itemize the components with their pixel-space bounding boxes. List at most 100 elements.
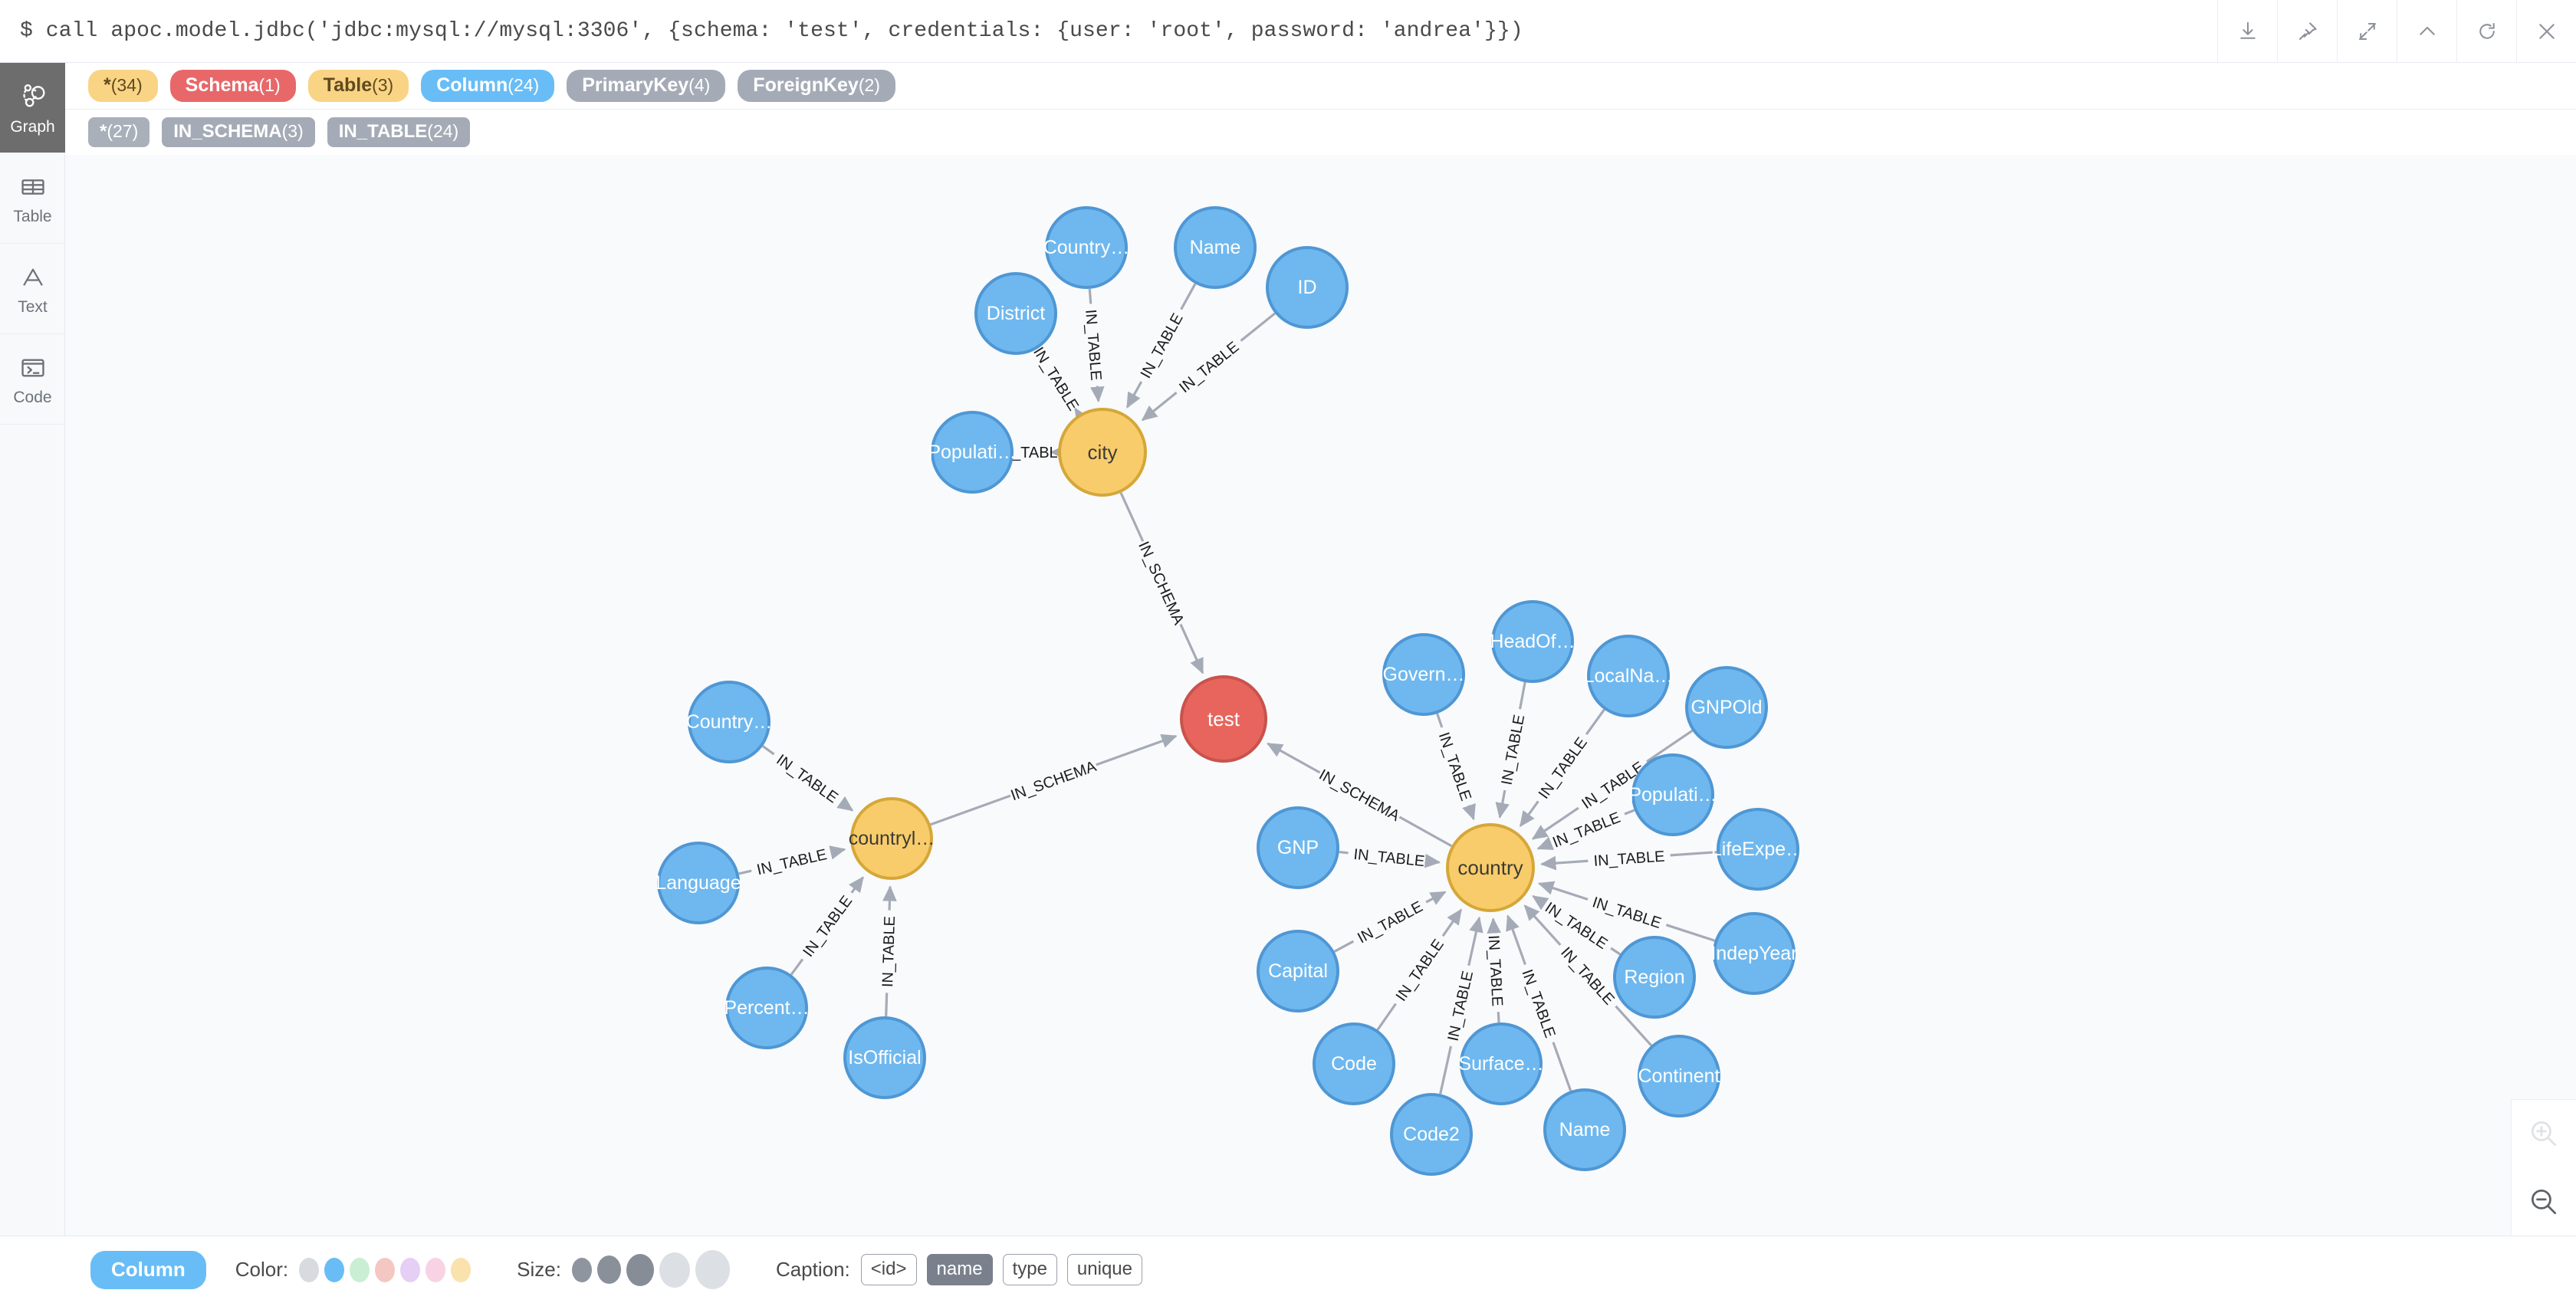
relationship-type-label: IN_TABLE: [1590, 894, 1663, 932]
caption-option[interactable]: name: [926, 1254, 993, 1285]
color-swatch[interactable]: [400, 1257, 421, 1282]
caption-option[interactable]: <id>: [860, 1254, 917, 1285]
relationship[interactable]: IN_TABLE: [1339, 846, 1441, 870]
graph-node[interactable]: Country…: [1043, 206, 1130, 289]
node-caption: Code2: [1403, 1124, 1460, 1145]
label-chip[interactable]: * (34): [88, 70, 158, 102]
graph-node[interactable]: country: [1446, 823, 1535, 912]
graph-visualization[interactable]: IN_TABLE IN_TABLE IN_TABLEIN_TABLEIN_TABLE…: [65, 155, 2576, 1236]
neo4j-browser-result-frame: $ call apoc.model.jdbc('jdbc:mysql://mys…: [0, 0, 2576, 1303]
relationship[interactable]: IN_TABLE: [1495, 681, 1529, 819]
relationship[interactable]: IN_TABLE: [879, 885, 899, 1017]
graph-node[interactable]: Country…: [686, 681, 773, 763]
graph-node[interactable]: city: [1058, 408, 1147, 497]
sidebar-item-graph[interactable]: Graph: [0, 63, 65, 153]
relationship-type-label: IN_TABLE: [1176, 339, 1242, 396]
graph-node[interactable]: ID: [1266, 246, 1349, 329]
label-chip[interactable]: Schema (1): [169, 70, 296, 102]
refresh-icon[interactable]: [2456, 0, 2516, 63]
color-swatch[interactable]: [350, 1257, 370, 1282]
relationship[interactable]: IN_TABLE: [1536, 809, 1635, 852]
graph-node[interactable]: Name: [1174, 206, 1257, 289]
download-icon[interactable]: [2217, 0, 2277, 63]
label-chip[interactable]: Table (3): [307, 70, 409, 102]
chevron-up-icon[interactable]: [2397, 0, 2456, 63]
relationship-type-label: IN_TABLE: [1138, 310, 1187, 381]
relationship[interactable]: IN_TABLE: [1539, 848, 1717, 871]
relationship[interactable]: IN_TABLE: [1485, 917, 1506, 1023]
graph-node[interactable]: IsOfficial: [843, 1016, 926, 1099]
graph-node[interactable]: Region: [1613, 936, 1696, 1019]
close-icon[interactable]: [2516, 0, 2576, 63]
shrink-icon[interactable]: [2337, 0, 2397, 63]
color-swatch[interactable]: [426, 1257, 446, 1282]
graph-node[interactable]: Name: [1543, 1088, 1626, 1171]
size-swatch[interactable]: [626, 1253, 654, 1286]
graph-node[interactable]: Capital: [1257, 930, 1339, 1013]
label-chip[interactable]: PrimaryKey (4): [567, 70, 726, 102]
label-chip-name: Table: [323, 74, 373, 97]
graph-node[interactable]: District: [974, 272, 1057, 355]
node-caption: Region: [1624, 967, 1684, 988]
relationship-type-label: IN_TABLE: [1536, 734, 1591, 802]
relationship-chip-name: IN_TABLE: [338, 121, 428, 143]
query-bar: $ call apoc.model.jdbc('jdbc:mysql://mys…: [0, 0, 2576, 63]
relationship-type-label: IN_TABLE: [773, 751, 840, 806]
graph-node[interactable]: countryl…: [849, 797, 935, 880]
relationship[interactable]: IN_TABLE: [738, 845, 846, 878]
graph-node[interactable]: Language: [656, 842, 741, 924]
relationship-type-label: IN_SCHEMA: [1135, 539, 1188, 628]
selected-label-chip[interactable]: Column: [90, 1250, 206, 1289]
size-swatch[interactable]: [659, 1252, 690, 1288]
color-swatch[interactable]: [299, 1257, 320, 1282]
sidebar-item-text[interactable]: Text: [0, 244, 65, 334]
zoom-out-icon[interactable]: [2512, 1168, 2576, 1236]
size-swatch[interactable]: [596, 1255, 621, 1284]
relationship-chip[interactable]: IN_TABLE (24): [327, 117, 471, 147]
table-icon: [18, 172, 48, 202]
graph-node[interactable]: GNPOld: [1685, 666, 1768, 749]
label-chip-count: (4): [688, 75, 711, 96]
relationship-type-label: IN_TABLE: [1445, 970, 1477, 1043]
graph-node[interactable]: HeadOf…: [1490, 600, 1576, 683]
graph-node[interactable]: Percent…: [724, 967, 810, 1049]
label-chip-count: (3): [372, 75, 394, 96]
graph-node[interactable]: Continent: [1638, 1035, 1720, 1118]
graph-node[interactable]: test: [1180, 675, 1267, 763]
relationship-chip[interactable]: * (27): [88, 117, 150, 147]
graph-node[interactable]: Populati…: [928, 411, 1017, 494]
sidebar-item-table[interactable]: Table: [0, 153, 65, 244]
relationship[interactable]: IN_SCHEMA: [930, 734, 1178, 826]
sidebar-item-code[interactable]: Code: [0, 334, 65, 425]
graph-node[interactable]: LifeExpe…: [1711, 808, 1805, 891]
graph-node[interactable]: IndepYear: [1710, 912, 1798, 995]
caption-option[interactable]: unique: [1066, 1254, 1142, 1285]
relationship[interactable]: IN_TABLE: [1030, 343, 1089, 425]
size-swatch[interactable]: [695, 1250, 730, 1289]
relationship-chip[interactable]: IN_SCHEMA (3): [162, 117, 315, 147]
label-chip[interactable]: Column (24): [421, 70, 555, 102]
graph-node[interactable]: LocalNa…: [1584, 635, 1674, 717]
graph-node[interactable]: Surface…: [1458, 1022, 1544, 1105]
caption-option[interactable]: type: [1002, 1254, 1057, 1285]
relationship[interactable]: IN_TABLE: [1082, 288, 1105, 403]
graph-node[interactable]: GNP: [1257, 806, 1339, 889]
relationship[interactable]: IN_TABLE: [761, 745, 854, 812]
color-swatch[interactable]: [375, 1257, 396, 1282]
pin-icon[interactable]: [2277, 0, 2337, 63]
relationship[interactable]: IN_TABLE: [790, 876, 864, 976]
node-caption: city: [1088, 441, 1118, 464]
color-swatch[interactable]: [451, 1257, 472, 1282]
relationship-type-label: IN_TABLE: [1485, 934, 1506, 1006]
label-chip[interactable]: ForeignKey (2): [738, 70, 895, 102]
color-swatch[interactable]: [324, 1257, 345, 1282]
query-text[interactable]: $ call apoc.model.jdbc('jdbc:mysql://mys…: [0, 19, 2217, 43]
relationship[interactable]: IN_SCHEMA: [1119, 492, 1204, 674]
relationship[interactable]: IN_TABLE: [1435, 713, 1476, 821]
graph-node[interactable]: Code: [1313, 1022, 1395, 1105]
graph-canvas[interactable]: IN_TABLE IN_TABLE IN_TABLE IN_TABLE IN_TABLE…: [65, 155, 2576, 1236]
graph-node[interactable]: Govern…: [1382, 633, 1465, 716]
zoom-in-icon[interactable]: [2512, 1100, 2576, 1168]
size-swatch[interactable]: [571, 1257, 592, 1282]
graph-node[interactable]: Code2: [1390, 1093, 1473, 1176]
